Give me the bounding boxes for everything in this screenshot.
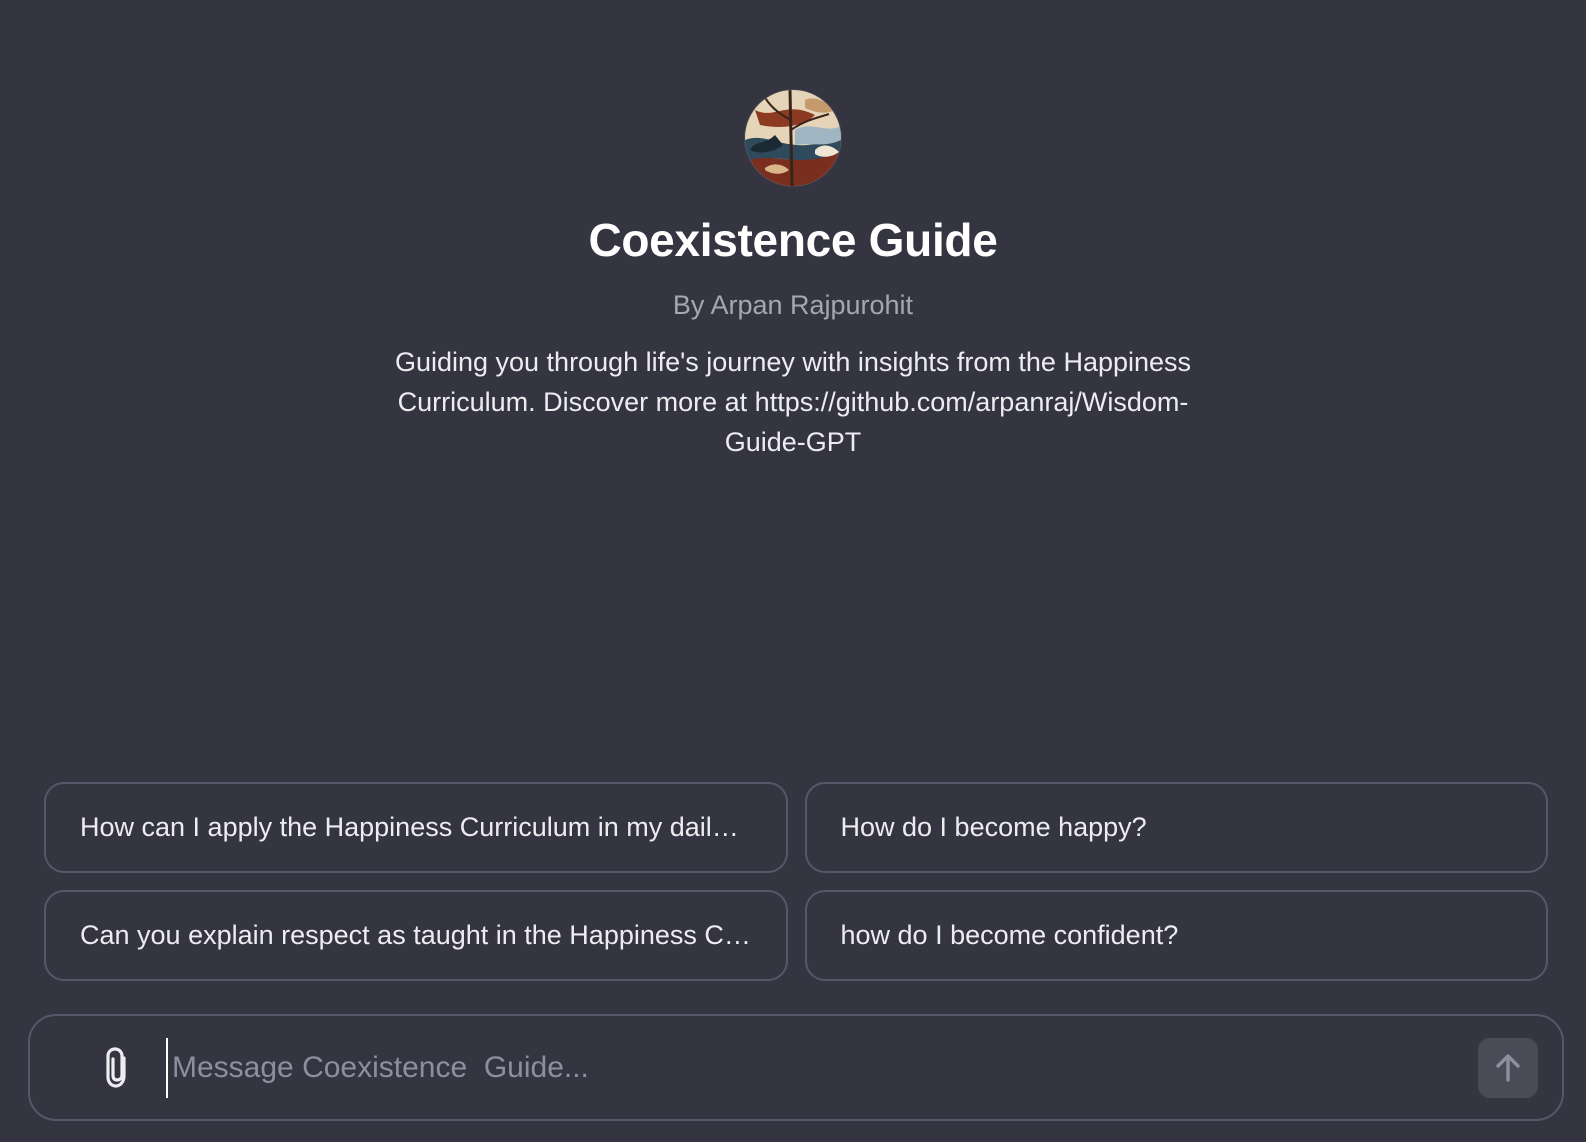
gpt-description: Guiding you through life's journey with … [394, 347, 1192, 457]
starter-label: Can you explain respect as taught in the… [80, 920, 752, 950]
attach-file-button[interactable] [88, 1038, 148, 1098]
gpt-author: By Arpan Rajpurohit [672, 290, 914, 320]
starter-label: how do I become confident? [840, 920, 1179, 950]
starter-label: How can I apply the Happiness Curriculum… [80, 812, 752, 842]
conversation-starters: How can I apply the Happiness Curriculum… [44, 782, 1548, 981]
paperclip-icon [106, 1046, 126, 1088]
gpt-avatar [745, 90, 841, 186]
starter-button-4[interactable]: how do I become confident? [804, 890, 1548, 981]
gpt-intro: Coexistence Guide By Arpan Rajpurohit Gu… [0, 90, 1586, 462]
starter-button-2[interactable]: How do I become happy? [804, 782, 1548, 873]
chat-page: Coexistence Guide By Arpan Rajpurohit Gu… [0, 0, 1586, 1142]
gpt-title: Coexistence Guide [588, 214, 998, 266]
send-button[interactable] [1478, 1037, 1538, 1098]
starter-label: How do I become happy? [840, 812, 1147, 842]
message-input[interactable] [166, 1037, 1478, 1098]
abstract-tree-avatar-image [745, 90, 841, 186]
arrow-up-icon [1496, 1053, 1520, 1082]
starter-button-3[interactable]: Can you explain respect as taught in the… [44, 890, 788, 981]
starter-button-1[interactable]: How can I apply the Happiness Curriculum… [44, 782, 788, 873]
message-composer [28, 1014, 1564, 1121]
